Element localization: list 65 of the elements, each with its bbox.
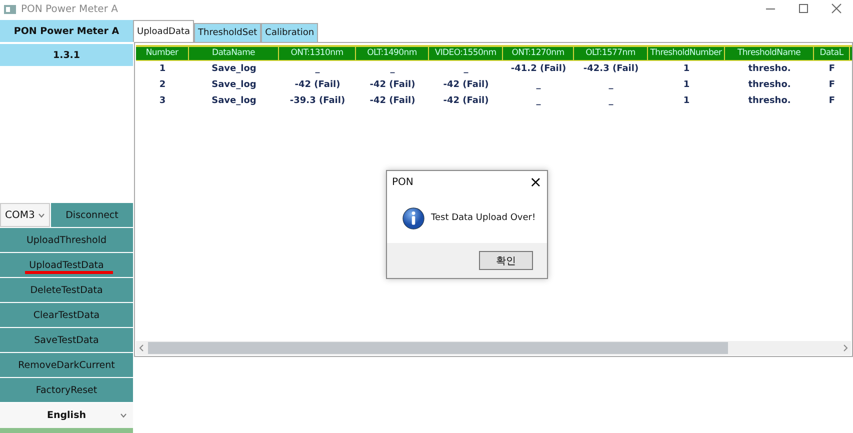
app-header: PON Power Meter A	[0, 20, 133, 44]
table-cell: _	[390, 64, 395, 74]
port-dropdown[interactable]: COM3	[0, 203, 50, 227]
chevron-down-icon	[120, 413, 127, 418]
table-cell: _	[608, 96, 614, 106]
table-cell: 1	[683, 64, 690, 74]
table-cell: thresho.	[748, 64, 791, 74]
column-header[interactable]: OLT:1490nm	[356, 47, 429, 60]
table-cell: 1	[683, 80, 690, 90]
dialog-message: Test Data Upload Over!	[431, 213, 536, 223]
sidebar-button[interactable]: UploadThreshold	[0, 228, 133, 253]
column-header[interactable]: ThresholdName	[725, 47, 814, 60]
table-cell: _	[315, 64, 320, 74]
column-header[interactable]: VIDEO:1550nm	[429, 47, 503, 60]
window-title: PON Power Meter A	[21, 4, 118, 14]
table-cell: 3	[159, 96, 166, 106]
language-dropdown[interactable]: English	[0, 403, 133, 428]
table-cell: Save_log	[212, 64, 256, 74]
table-cell: -42 (Fail)	[370, 80, 416, 90]
column-header[interactable]: OLT:1577nm	[574, 47, 648, 60]
sidebar-button[interactable]: FactoryReset	[0, 378, 133, 403]
table-cell: F	[828, 96, 836, 106]
sidebar-button[interactable]: SaveTestData	[0, 328, 133, 353]
close-button[interactable]: ×	[529, 173, 542, 191]
table-cell: 1	[683, 96, 690, 106]
column-header[interactable]: Number	[136, 47, 189, 60]
table-cell: Save_log	[212, 80, 256, 90]
ok-button[interactable]: 확인	[479, 251, 533, 270]
table-cell: -39.3 (Fail)	[290, 96, 346, 106]
table-cell: -41.2 (Fail)	[510, 64, 566, 74]
table-cell: -42 (Fail)	[443, 80, 489, 90]
table-cell: _	[536, 96, 541, 106]
table-cell: thresho.	[748, 96, 791, 106]
table-cell: F	[828, 64, 836, 74]
column-header[interactable]: DataName	[189, 47, 279, 60]
sidebar-button[interactable]: RemoveDarkCurrent	[0, 353, 133, 378]
column-header[interactable]: DataL	[814, 47, 850, 60]
table-cell: F	[828, 80, 836, 90]
table-cell: thresho.	[748, 80, 791, 90]
table-cell: _	[464, 64, 468, 74]
version-label: 1.3.1	[0, 44, 133, 66]
tab[interactable]: Calibration	[261, 23, 318, 42]
info-icon	[402, 206, 425, 230]
column-header[interactable]: ThresholdNumber	[648, 47, 725, 60]
sidebar-button[interactable]: UploadTestData	[0, 253, 133, 278]
tab[interactable]: UploadData	[133, 20, 194, 42]
column-header[interactable]: ONT:1310nm	[279, 47, 356, 60]
table-cell: -42 (Fail)	[370, 96, 416, 106]
table-cell: -42 (Fail)	[443, 96, 489, 106]
tab[interactable]: ThresholdSet	[194, 23, 262, 42]
table-cell: -42 (Fail)	[294, 80, 340, 90]
dialog-title: PON	[392, 176, 414, 188]
table-cell: 2	[159, 80, 166, 90]
table-cell: 1	[159, 64, 166, 74]
table-cell: -42.3 (Fail)	[583, 64, 639, 74]
table-cell: _	[608, 80, 614, 90]
column-header[interactable]: ONT:1270nm	[503, 47, 574, 60]
sidebar-button[interactable]: ClearTestData	[0, 303, 133, 328]
table-cell: _	[536, 80, 541, 90]
chevron-down-icon	[38, 212, 45, 218]
sidebar-button[interactable]: DeleteTestData	[0, 278, 133, 303]
app-icon	[4, 4, 16, 14]
table-cell: Save_log	[212, 96, 256, 106]
horizontal-scrollbar[interactable]	[136, 341, 851, 355]
disconnect-button[interactable]: Disconnect	[50, 203, 133, 227]
